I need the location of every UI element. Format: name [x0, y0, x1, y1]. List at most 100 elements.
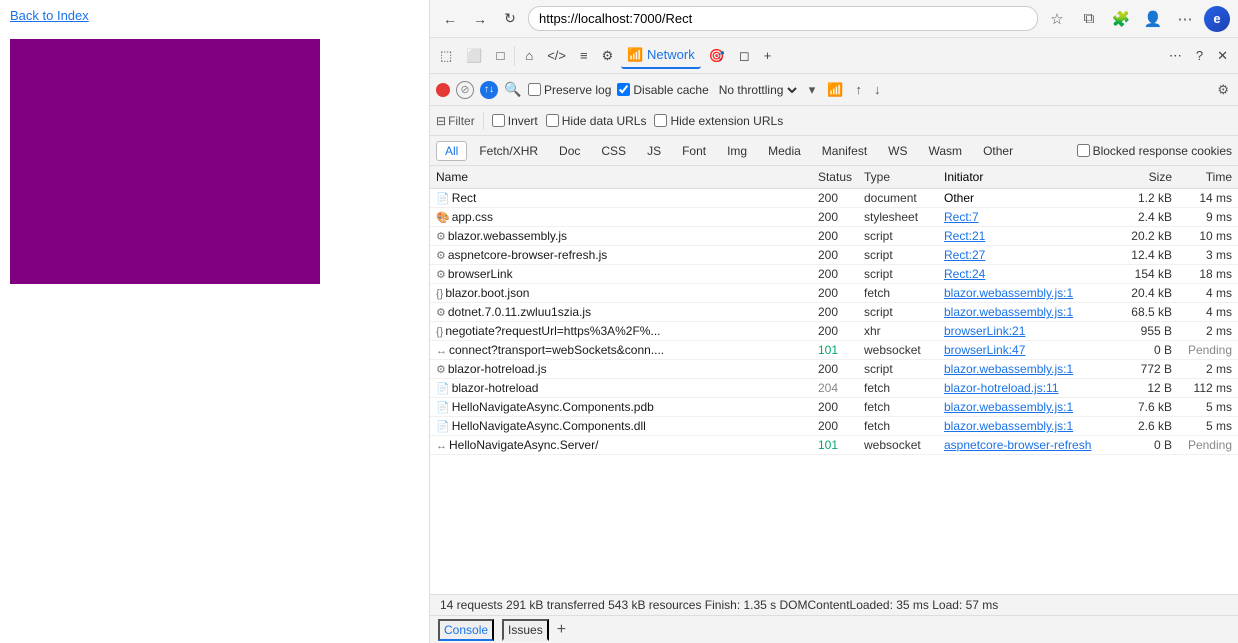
- network-table[interactable]: Name Status Type Initiator Size Time 📄Re…: [430, 166, 1238, 594]
- disable-cache-label[interactable]: Disable cache: [617, 83, 708, 97]
- hide-ext-urls-label[interactable]: Hide extension URLs: [654, 114, 783, 128]
- blocked-response-cookies-checkbox[interactable]: [1077, 144, 1090, 157]
- initiator-link[interactable]: Rect:24: [944, 267, 985, 281]
- type-tab-all[interactable]: All: [436, 141, 467, 161]
- devtools-tab-elements[interactable]: </>: [541, 44, 572, 67]
- initiator-link[interactable]: aspnetcore-browser-refresh: [944, 438, 1091, 452]
- table-row[interactable]: 📄blazor-hotreload204fetchblazor-hotreloa…: [430, 379, 1238, 398]
- table-row[interactable]: {}negotiate?requestUrl=https%3A%2F%...20…: [430, 322, 1238, 341]
- cell-initiator[interactable]: aspnetcore-browser-refresh: [938, 436, 1108, 455]
- devtools-tab-target[interactable]: 🎯: [703, 44, 731, 68]
- devtools-tab-perf[interactable]: ⚙: [596, 44, 620, 68]
- refresh-button[interactable]: ↻: [498, 7, 522, 31]
- hide-data-urls-checkbox[interactable]: [546, 114, 559, 127]
- cell-initiator[interactable]: Rect:21: [938, 227, 1108, 246]
- network-settings[interactable]: ⚙: [1214, 81, 1232, 99]
- devtools-tab-sources[interactable]: □: [490, 44, 510, 67]
- table-row[interactable]: 🎨app.css200stylesheetRect:72.4 kB9 ms: [430, 208, 1238, 227]
- preserve-log-label[interactable]: Preserve log: [528, 83, 611, 97]
- type-tab-ws[interactable]: WS: [879, 141, 916, 161]
- col-header-type[interactable]: Type: [858, 166, 938, 189]
- throttle-select[interactable]: No throttlingFast 3GSlow 3GOfflineCustom: [715, 82, 800, 98]
- type-tab-doc[interactable]: Doc: [550, 141, 589, 161]
- disable-cache-checkbox[interactable]: [617, 83, 630, 96]
- table-row[interactable]: 📄HelloNavigateAsync.Components.dll200fet…: [430, 417, 1238, 436]
- back-button[interactable]: ←: [438, 7, 462, 31]
- devtools-tab-app[interactable]: ◻: [733, 44, 756, 68]
- initiator-link[interactable]: blazor.webassembly.js:1: [944, 419, 1073, 433]
- table-row[interactable]: ⚙browserLink200scriptRect:24154 kB18 ms: [430, 265, 1238, 284]
- invert-label[interactable]: Invert: [492, 114, 538, 128]
- split-button[interactable]: ⧉: [1076, 6, 1102, 32]
- type-tab-fetch-xhr[interactable]: Fetch/XHR: [470, 141, 547, 161]
- cell-initiator[interactable]: blazor.webassembly.js:1: [938, 360, 1108, 379]
- cell-initiator[interactable]: Rect:27: [938, 246, 1108, 265]
- initiator-link[interactable]: blazor.webassembly.js:1: [944, 286, 1073, 300]
- table-row[interactable]: ⚙blazor-hotreload.js200scriptblazor.weba…: [430, 360, 1238, 379]
- cell-initiator[interactable]: blazor.webassembly.js:1: [938, 398, 1108, 417]
- star-button[interactable]: ☆: [1044, 6, 1070, 32]
- type-tab-wasm[interactable]: Wasm: [920, 141, 972, 161]
- type-tab-css[interactable]: CSS: [592, 141, 635, 161]
- preserve-log-checkbox[interactable]: [528, 83, 541, 96]
- hide-data-urls-label[interactable]: Hide data URLs: [546, 114, 647, 128]
- export-button[interactable]: ↑: [852, 81, 865, 98]
- col-header-initiator[interactable]: Initiator: [938, 166, 1108, 189]
- initiator-link[interactable]: Rect:7: [944, 210, 979, 224]
- col-header-time[interactable]: Time: [1178, 166, 1238, 189]
- blocked-response-cookies-label[interactable]: Blocked response cookies: [1077, 144, 1232, 158]
- devtools-tab-network[interactable]: 📶 Network: [621, 43, 700, 69]
- extensions-button[interactable]: 🧩: [1108, 6, 1134, 32]
- type-tab-manifest[interactable]: Manifest: [813, 141, 876, 161]
- type-tab-js[interactable]: JS: [638, 141, 670, 161]
- devtools-more-button[interactable]: ⋯: [1163, 44, 1188, 68]
- initiator-link[interactable]: browserLink:21: [944, 324, 1025, 338]
- devtools-close-button[interactable]: ✕: [1211, 44, 1234, 68]
- cell-initiator[interactable]: blazor.webassembly.js:1: [938, 303, 1108, 322]
- cell-initiator[interactable]: Rect:7: [938, 208, 1108, 227]
- type-tab-media[interactable]: Media: [759, 141, 810, 161]
- clear-button[interactable]: ⊘: [456, 81, 474, 99]
- devtools-tab-inspector[interactable]: ⬚: [434, 44, 458, 68]
- url-bar[interactable]: [528, 6, 1038, 31]
- initiator-link[interactable]: blazor.webassembly.js:1: [944, 362, 1073, 376]
- hide-ext-urls-checkbox[interactable]: [654, 114, 667, 127]
- console-tab-console[interactable]: Console: [438, 619, 494, 641]
- devtools-help-button[interactable]: ?: [1190, 44, 1209, 67]
- table-row[interactable]: ↔HelloNavigateAsync.Server/101websocketa…: [430, 436, 1238, 455]
- table-row[interactable]: ⚙blazor.webassembly.js200scriptRect:2120…: [430, 227, 1238, 246]
- add-tab-button[interactable]: +: [557, 622, 566, 638]
- initiator-link[interactable]: blazor.webassembly.js:1: [944, 305, 1073, 319]
- throttle-dropdown[interactable]: ▾: [806, 81, 819, 99]
- devtools-tab-welcome[interactable]: ⌂: [519, 44, 539, 67]
- table-row[interactable]: 📄Rect200documentOther1.2 kB14 ms: [430, 189, 1238, 208]
- initiator-link[interactable]: Rect:27: [944, 248, 985, 262]
- profile-button[interactable]: 👤: [1140, 6, 1166, 32]
- cell-initiator[interactable]: browserLink:21: [938, 322, 1108, 341]
- search-button[interactable]: 🔍: [504, 81, 522, 99]
- table-row[interactable]: 📄HelloNavigateAsync.Components.pdb200fet…: [430, 398, 1238, 417]
- initiator-link[interactable]: browserLink:47: [944, 343, 1025, 357]
- cell-initiator[interactable]: browserLink:47: [938, 341, 1108, 360]
- col-header-status[interactable]: Status: [812, 166, 858, 189]
- menu-button[interactable]: ⋯: [1172, 6, 1198, 32]
- initiator-link[interactable]: Rect:21: [944, 229, 985, 243]
- back-link[interactable]: Back to Index: [0, 0, 429, 31]
- cell-initiator[interactable]: blazor.webassembly.js:1: [938, 417, 1108, 436]
- devtools-tab-more[interactable]: +: [758, 44, 778, 67]
- forward-button[interactable]: →: [468, 7, 492, 31]
- console-tab-issues[interactable]: Issues: [502, 619, 549, 641]
- devtools-tab-console[interactable]: ⬜: [460, 44, 488, 68]
- table-row[interactable]: ↔connect?transport=webSockets&conn....10…: [430, 341, 1238, 360]
- import-button[interactable]: ↓: [871, 81, 884, 98]
- type-tab-font[interactable]: Font: [673, 141, 715, 161]
- offline-badge[interactable]: ↑↓: [480, 81, 498, 99]
- devtools-tab-dom[interactable]: ≡: [574, 44, 594, 67]
- table-row[interactable]: ⚙dotnet.7.0.11.zwluu1szia.js200scriptbla…: [430, 303, 1238, 322]
- cell-initiator[interactable]: blazor-hotreload.js:11: [938, 379, 1108, 398]
- table-row[interactable]: {}blazor.boot.json200fetchblazor.webasse…: [430, 284, 1238, 303]
- type-tab-other[interactable]: Other: [974, 141, 1022, 161]
- type-tab-img[interactable]: Img: [718, 141, 756, 161]
- record-button[interactable]: [436, 83, 450, 97]
- initiator-link[interactable]: blazor-hotreload.js:11: [944, 381, 1059, 395]
